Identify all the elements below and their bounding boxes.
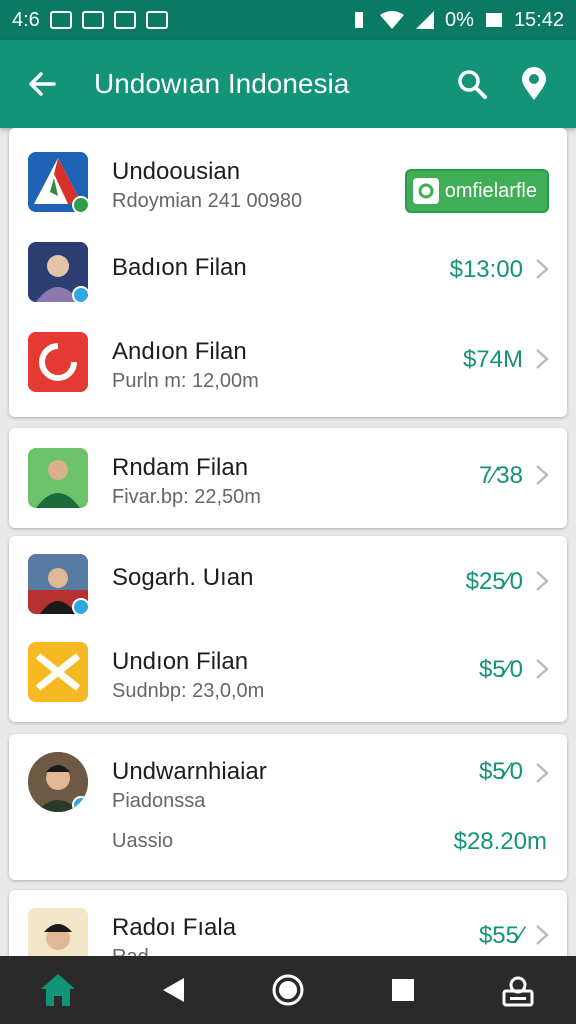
verified-badge-icon: [72, 196, 88, 212]
app-logo: [28, 642, 88, 702]
app-logo: [28, 332, 88, 392]
vibrate-icon: [355, 12, 364, 28]
item-price: $25⁄0: [465, 568, 523, 595]
chevron-right-icon: [536, 349, 549, 369]
avatar: [28, 242, 88, 302]
item-subtitle: Rdoymian 241 00980: [112, 190, 303, 212]
item-subtitle: Uassio: [112, 830, 174, 852]
location-button[interactable]: [512, 62, 556, 106]
list-card: Undwarnhiaiar Piadonssa $5⁄0 Uassio $28.…: [9, 734, 567, 880]
avatar: [28, 554, 88, 614]
avatar: [28, 908, 88, 956]
app-logo: [28, 152, 88, 212]
profile-icon: [502, 976, 534, 1007]
search-button[interactable]: [450, 62, 494, 106]
item-name: Undoousian: [112, 158, 241, 185]
profile-tab-button[interactable]: [488, 960, 548, 1020]
item-subtitle: Piadonssa: [112, 790, 206, 812]
item-subtitle: Rad...: [112, 946, 165, 956]
chevron-right-icon: [536, 659, 549, 679]
list-item-detail: Uassio $28.20m: [9, 812, 567, 872]
item-price: $5⁄0: [478, 656, 523, 683]
item-subtitle: Purln m: 12,00m: [112, 370, 259, 392]
battery-icon: [485, 13, 502, 27]
home-icon: [40, 974, 75, 1006]
list-card: Undoousian Rdoymian 241 00980 omfielarfl…: [9, 128, 567, 417]
item-name: Undwarnhiaiar: [112, 758, 267, 785]
wifi-icon: [380, 11, 405, 29]
status-bar: 4:6 0% 15:42: [0, 0, 576, 40]
item-price: $5⁄0: [478, 758, 523, 785]
notification-icon: [113, 11, 136, 29]
item-name: Undıon Filan: [112, 648, 249, 675]
status-left-text: 4:6: [12, 8, 40, 31]
location-pin-icon: [522, 67, 546, 100]
list-content[interactable]: Undoousian Rdoymian 241 00980 omfielarfl…: [0, 128, 576, 956]
home-tab-button[interactable]: [28, 960, 88, 1020]
item-name: Andıon Filan: [112, 338, 247, 365]
chevron-right-icon: [536, 465, 549, 485]
back-triangle-icon: [162, 978, 184, 1002]
back-arrow-icon: [29, 72, 56, 96]
item-price: $13:00: [449, 256, 523, 283]
item-name: Badıon Filan: [112, 254, 247, 281]
list-item[interactable]: Undoousian Rdoymian 241 00980 omfielarfl…: [9, 138, 567, 226]
battery-text: 0%: [445, 8, 474, 31]
item-price: $55⁄: [478, 922, 523, 949]
item-subtitle: Sudnbp: 23,0,0m: [112, 680, 265, 702]
item-price: $28.20m: [453, 828, 547, 855]
list-item[interactable]: Radoı Fıala Rad... $55⁄: [9, 894, 567, 956]
notification-icon: [145, 11, 168, 29]
back-button[interactable]: [20, 62, 64, 106]
list-item[interactable]: Sogarh. Uıan $25⁄0: [9, 540, 567, 628]
item-subtitle: Fivar.bp: 22,50m: [112, 486, 261, 508]
notification-icon: [81, 11, 104, 29]
item-name: Radoı Fıala: [112, 914, 237, 941]
chevron-right-icon: [536, 925, 549, 945]
clock: 15:42: [513, 8, 564, 31]
back-nav-button[interactable]: [143, 960, 203, 1020]
avatar: [28, 448, 88, 508]
home-circle-icon: [272, 974, 304, 1006]
item-price: $74M: [462, 346, 523, 373]
search-icon: [458, 70, 487, 99]
chevron-right-icon: [536, 571, 549, 591]
app-bar: Undowıan Indonesia: [0, 40, 576, 128]
verified-badge-icon: [72, 598, 88, 614]
list-item[interactable]: Andıon Filan Purln m: 12,00m $74M: [9, 318, 567, 406]
system-nav-bar: [0, 956, 576, 1024]
recents-square-icon: [392, 979, 415, 1001]
list-card: Radoı Fıala Rad... $55⁄: [9, 890, 567, 956]
item-name: Sogarh. Uıan: [112, 564, 254, 591]
circle-icon: [412, 178, 439, 204]
open-button-label: omfielarfle: [444, 179, 537, 202]
notification-icon: [49, 11, 72, 29]
list-card: Sogarh. Uıan $25⁄0 Undıon Filan Sudnbp: …: [9, 536, 567, 722]
verified-badge-icon: [72, 286, 88, 302]
page-title: Undowıan Indonesia: [94, 68, 350, 99]
verified-badge-icon: [72, 796, 88, 812]
home-nav-button[interactable]: [258, 960, 318, 1020]
avatar: [28, 752, 88, 812]
chevron-right-icon: [536, 763, 549, 783]
item-name: Rndam Filan: [112, 454, 249, 481]
list-card: Rndam Filan Fivar.bp: 22,50m 7⁄38: [9, 428, 567, 528]
recents-nav-button[interactable]: [373, 960, 433, 1020]
open-button[interactable]: omfielarfle: [404, 169, 549, 213]
list-item[interactable]: Undıon Filan Sudnbp: 23,0,0m $5⁄0: [9, 628, 567, 716]
list-item[interactable]: Badıon Filan $13:00: [9, 228, 567, 316]
item-price: 7⁄38: [478, 462, 523, 489]
signal-icon: [416, 11, 435, 29]
chevron-right-icon: [536, 259, 549, 279]
list-item[interactable]: Rndam Filan Fivar.bp: 22,50m 7⁄38: [9, 434, 567, 522]
